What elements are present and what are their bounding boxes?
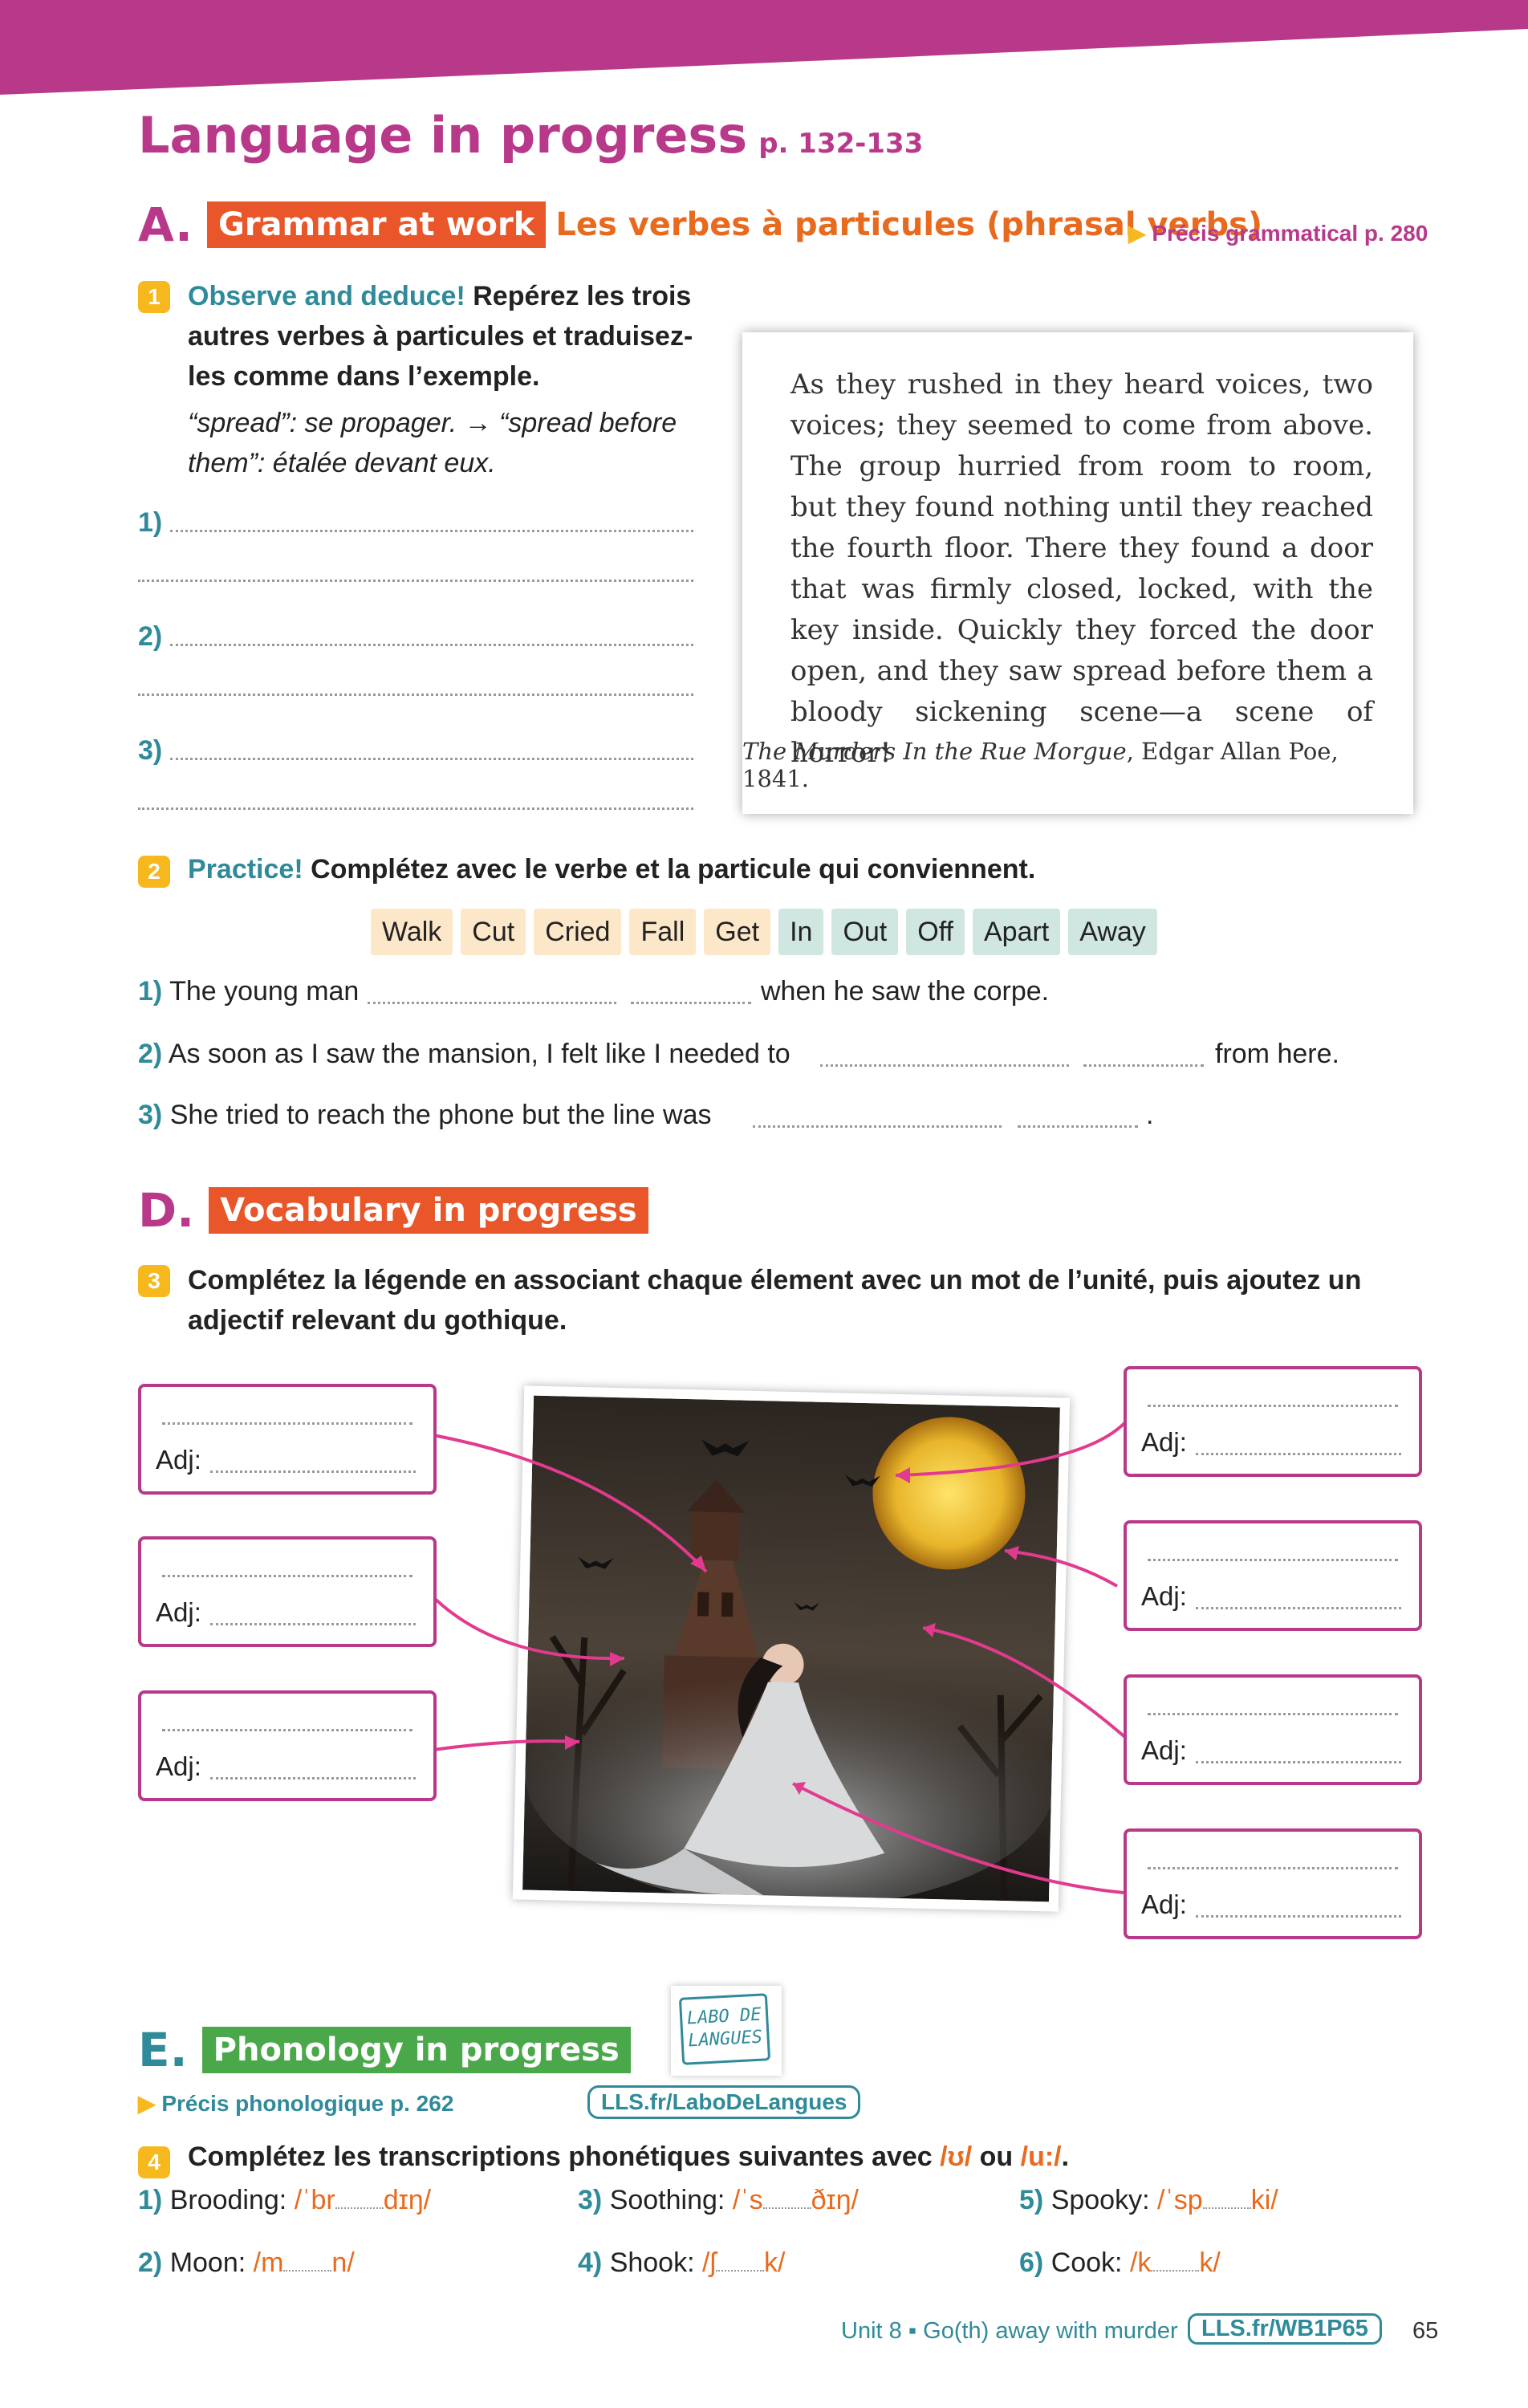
labo-langues-logo: LABO DE LANGUES: [671, 1986, 782, 2076]
adj-line[interactable]: [210, 1623, 416, 1625]
phonetic-item-2: 2) Moon: /m n/: [138, 2247, 355, 2278]
page-number: 65: [1412, 2318, 1439, 2344]
phonetic-item-1: 1) Brooding: /ˈbr dɪŋ/: [138, 2185, 432, 2215]
phonetic-item-4: 4) Shook: /ʃ k/: [578, 2247, 786, 2278]
section-label: Phonology in progress: [201, 2027, 631, 2073]
adj-label: Adj:: [1141, 1581, 1187, 1611]
caption-box[interactable]: Adj:: [1124, 1674, 1422, 1785]
adj-line[interactable]: [210, 1470, 416, 1473]
play-arrow-icon: ▶: [138, 2091, 156, 2116]
phonetic-blank[interactable]: [335, 2207, 384, 2209]
phonetic-blank[interactable]: [1202, 2207, 1251, 2209]
adj-label: Adj:: [1141, 1889, 1187, 1919]
adj-label: Adj:: [1141, 1427, 1187, 1457]
caption-box[interactable]: Adj:: [138, 1690, 437, 1801]
exercise-4-number: 4: [138, 2146, 170, 2178]
caption-box[interactable]: Adj:: [1124, 1366, 1422, 1477]
section-e-header: E. Phonology in progress: [138, 2023, 631, 2077]
phonetic-blank[interactable]: [716, 2270, 764, 2272]
caption-word-line[interactable]: [162, 1575, 412, 1577]
caption-word-line[interactable]: [162, 1422, 412, 1425]
caption-word-line[interactable]: [1148, 1405, 1398, 1407]
phonetic-item-5: 5) Spooky: /ˈsp ki/: [1019, 2185, 1278, 2215]
phonetic-blank[interactable]: [283, 2270, 332, 2272]
adj-line[interactable]: [1196, 1915, 1401, 1918]
phonology-ref-link[interactable]: ▶ Précis phonologique p. 262: [138, 2090, 453, 2117]
labo-logo-text: LABO DE LANGUES: [678, 1993, 771, 2065]
adj-label: Adj:: [1141, 1735, 1187, 1765]
caption-box[interactable]: Adj:: [138, 1536, 437, 1647]
adj-label: Adj:: [156, 1597, 201, 1627]
adj-line[interactable]: [1196, 1453, 1401, 1455]
adj-line[interactable]: [210, 1777, 416, 1780]
labo-langues-link[interactable]: LLS.fr/LaboDeLangues: [587, 2085, 861, 2119]
caption-word-line[interactable]: [1148, 1867, 1398, 1869]
caption-box[interactable]: Adj:: [138, 1384, 437, 1495]
phonetic-item-3: 3) Soothing: /ˈs ðɪŋ/: [578, 2185, 859, 2215]
phonetic-blank[interactable]: [762, 2207, 811, 2209]
footer-link[interactable]: LLS.fr/WB1P65: [1188, 2313, 1382, 2345]
adj-label: Adj:: [156, 1445, 201, 1474]
section-letter: E.: [138, 2023, 188, 2077]
adj-line[interactable]: [1196, 1607, 1401, 1609]
caption-word-line[interactable]: [1148, 1713, 1398, 1715]
phonetic-blank[interactable]: [1151, 2270, 1200, 2272]
caption-box[interactable]: Adj:: [1124, 1520, 1422, 1631]
caption-box[interactable]: Adj:: [1124, 1828, 1422, 1939]
footer-unit: Unit 8 ▪ Go(th) away with murder: [841, 2318, 1178, 2344]
caption-word-line[interactable]: [1148, 1559, 1398, 1561]
caption-word-line[interactable]: [162, 1729, 412, 1731]
adj-label: Adj:: [156, 1751, 201, 1781]
phonetic-item-6: 6) Cook: /k k/: [1019, 2247, 1221, 2278]
adj-line[interactable]: [1196, 1761, 1401, 1763]
exercise-4-instructions: Complétez les transcriptions phonétiques…: [188, 2142, 1070, 2172]
